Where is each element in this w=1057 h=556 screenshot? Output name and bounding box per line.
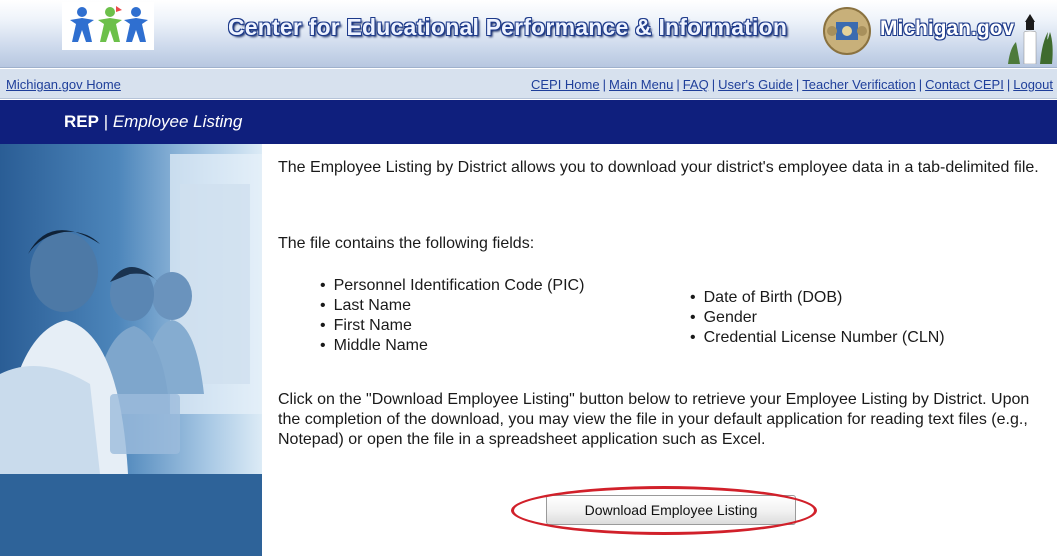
nav-separator: | (918, 77, 923, 92)
nav-link-cepi-home[interactable]: CEPI Home (531, 77, 600, 92)
list-item: Personnel Identification Code (PIC) (320, 276, 585, 296)
nav-link-main-menu[interactable]: Main Menu (609, 77, 673, 92)
students-photo (0, 144, 262, 556)
nav-link-faq[interactable]: FAQ (683, 77, 709, 92)
download-instructions-text: Click on the "Download Employee Listing"… (278, 391, 1030, 448)
nav-separator: | (711, 77, 716, 92)
list-item: Credential License Number (CLN) (690, 328, 945, 348)
top-navigation: Michigan.gov Home CEPI Home | Main Menu | FA… (0, 69, 1057, 99)
michigan-seal-icon (823, 7, 871, 55)
nav-separator: | (1006, 77, 1011, 92)
nav-link-contact-cepi[interactable]: Contact CEPI (925, 77, 1004, 92)
site-title: Center for Educational Performance & Inf… (228, 14, 788, 40)
nav-link-teacher-verification[interactable]: Teacher Verification (802, 77, 915, 92)
fields-intro-text: The file contains the following fields: (278, 235, 535, 252)
list-item: Last Name (320, 296, 584, 316)
list-item: Date of Birth (DOB) (690, 288, 945, 308)
site-banner: Center for Educational Performance & Inf… (0, 0, 1057, 68)
lighthouse-icon (1008, 14, 1053, 64)
page-title-separator: | (98, 112, 113, 131)
page-title-section: REP (64, 112, 99, 131)
intro-text: The Employee Listing by District allows … (278, 159, 1039, 176)
list-item: Gender (690, 308, 945, 328)
nav-separator: | (676, 77, 680, 92)
fields-list-left: Personnel Identification Code (PIC) Last… (320, 276, 585, 356)
michigan-gov-home-link[interactable]: Michigan.gov Home (6, 77, 121, 92)
download-employee-listing-button[interactable]: Download Employee Listing (546, 495, 796, 525)
nav-separator: | (795, 77, 800, 92)
nav-link-users-guide[interactable]: User's Guide (718, 77, 793, 92)
page-title-bar: REP | Employee Listing (0, 100, 1057, 144)
page-title-name: Employee Listing (112, 112, 243, 131)
cepi-nav-links: CEPI Home | Main Menu | FAQ | User's Guide | Tea… (531, 77, 1053, 92)
nav-separator: | (602, 77, 606, 92)
cepi-logo-icon (62, 2, 154, 50)
students-illustration (0, 154, 262, 556)
nav-link-logout[interactable]: Logout (1013, 77, 1053, 92)
fields-list-right: Date of Birth (DOB) Gender Credential Li… (690, 288, 945, 348)
list-item: First Name (320, 316, 584, 336)
list-item: Middle Name (320, 336, 584, 356)
page-title: REP | Employee Listing (64, 112, 242, 132)
